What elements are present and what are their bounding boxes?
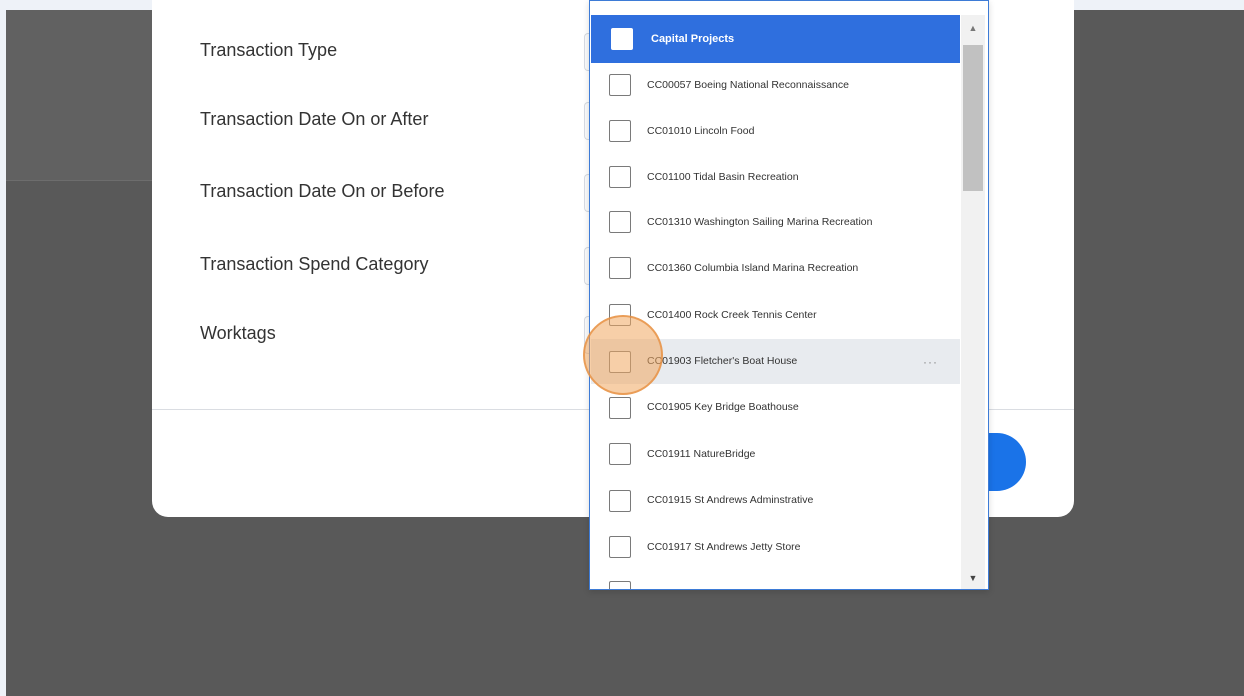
list-item[interactable]: CC01905 Key Bridge Boathouse: [591, 384, 960, 431]
item-checkbox[interactable]: [609, 396, 631, 419]
click-indicator: [583, 315, 663, 395]
item-checkbox[interactable]: [609, 120, 631, 142]
dropdown-scrollbar[interactable]: ▲ ▼: [961, 15, 985, 589]
item-checkbox[interactable]: [609, 257, 631, 279]
worktags-label: Worktags: [200, 323, 276, 343]
list-item[interactable]: CC01360 Columbia Island Marina Recreatio…: [591, 245, 960, 291]
transaction-date-after-label: Transaction Date On or After: [200, 109, 429, 129]
list-header-label: Capital Projects: [651, 33, 735, 45]
item-checkbox[interactable]: [609, 166, 631, 188]
transaction-spend-category-label: Transaction Spend Category: [200, 254, 429, 274]
scroll-up-icon[interactable]: ▲: [961, 21, 985, 35]
item-label: CC01400 Rock Creek Tennis Center: [647, 308, 817, 321]
dropdown-list: Capital Projects CC00057 Boeing National…: [590, 1, 961, 589]
worktags-dropdown: Capital Projects CC00057 Boeing National…: [589, 0, 989, 590]
item-label: CC01903 Fletcher's Boat House: [647, 355, 798, 367]
scroll-thumb[interactable]: [963, 45, 983, 191]
list-item[interactable]: CC01917 St Andrews Jetty Store: [591, 524, 960, 570]
item-label: CC01917 St Andrews Jetty Store: [647, 540, 801, 553]
item-checkbox[interactable]: [609, 581, 631, 589]
item-label: CC01010 Lincoln Food: [647, 124, 755, 137]
more-options-icon[interactable]: ···: [923, 355, 938, 369]
item-label: CC01911 NatureBridge: [647, 447, 756, 460]
list-item[interactable]: CC01915 St Andrews Adminstrative: [591, 477, 960, 524]
item-label: CC01360 Columbia Island Marina Recreatio…: [647, 261, 859, 274]
list-header-capital-projects[interactable]: Capital Projects: [591, 15, 960, 63]
backdrop-band: [6, 10, 152, 181]
item-label: CC01310 Washington Sailing Marina Recrea…: [647, 215, 873, 228]
item-label: CC00057 Boeing National Reconnaissance: [647, 78, 849, 91]
scroll-down-icon[interactable]: ▼: [961, 571, 985, 585]
list-item[interactable]: CC01100 Tidal Basin Recreation: [591, 155, 960, 199]
list-item[interactable]: CC01010 Lincoln Food: [591, 107, 960, 155]
item-checkbox[interactable]: [609, 489, 631, 512]
item-checkbox[interactable]: [609, 443, 631, 465]
list-item[interactable]: CC01911 NatureBridge: [591, 431, 960, 477]
list-item-partial[interactable]: [591, 570, 960, 589]
item-label: CC01905 Key Bridge Boathouse: [647, 401, 799, 413]
header-checkbox[interactable]: [611, 28, 633, 50]
transaction-date-before-label: Transaction Date On or Before: [200, 181, 445, 201]
list-item[interactable]: CC01310 Washington Sailing Marina Recrea…: [591, 199, 960, 245]
item-label: CC01915 St Andrews Adminstrative: [647, 494, 814, 506]
item-checkbox[interactable]: [609, 536, 631, 558]
item-label: CC01100 Tidal Basin Recreation: [647, 170, 799, 183]
item-checkbox[interactable]: [609, 74, 631, 96]
item-checkbox[interactable]: [609, 211, 631, 233]
list-item[interactable]: CC00057 Boeing National Reconnaissance: [591, 63, 960, 107]
transaction-type-label: Transaction Type: [200, 40, 338, 60]
